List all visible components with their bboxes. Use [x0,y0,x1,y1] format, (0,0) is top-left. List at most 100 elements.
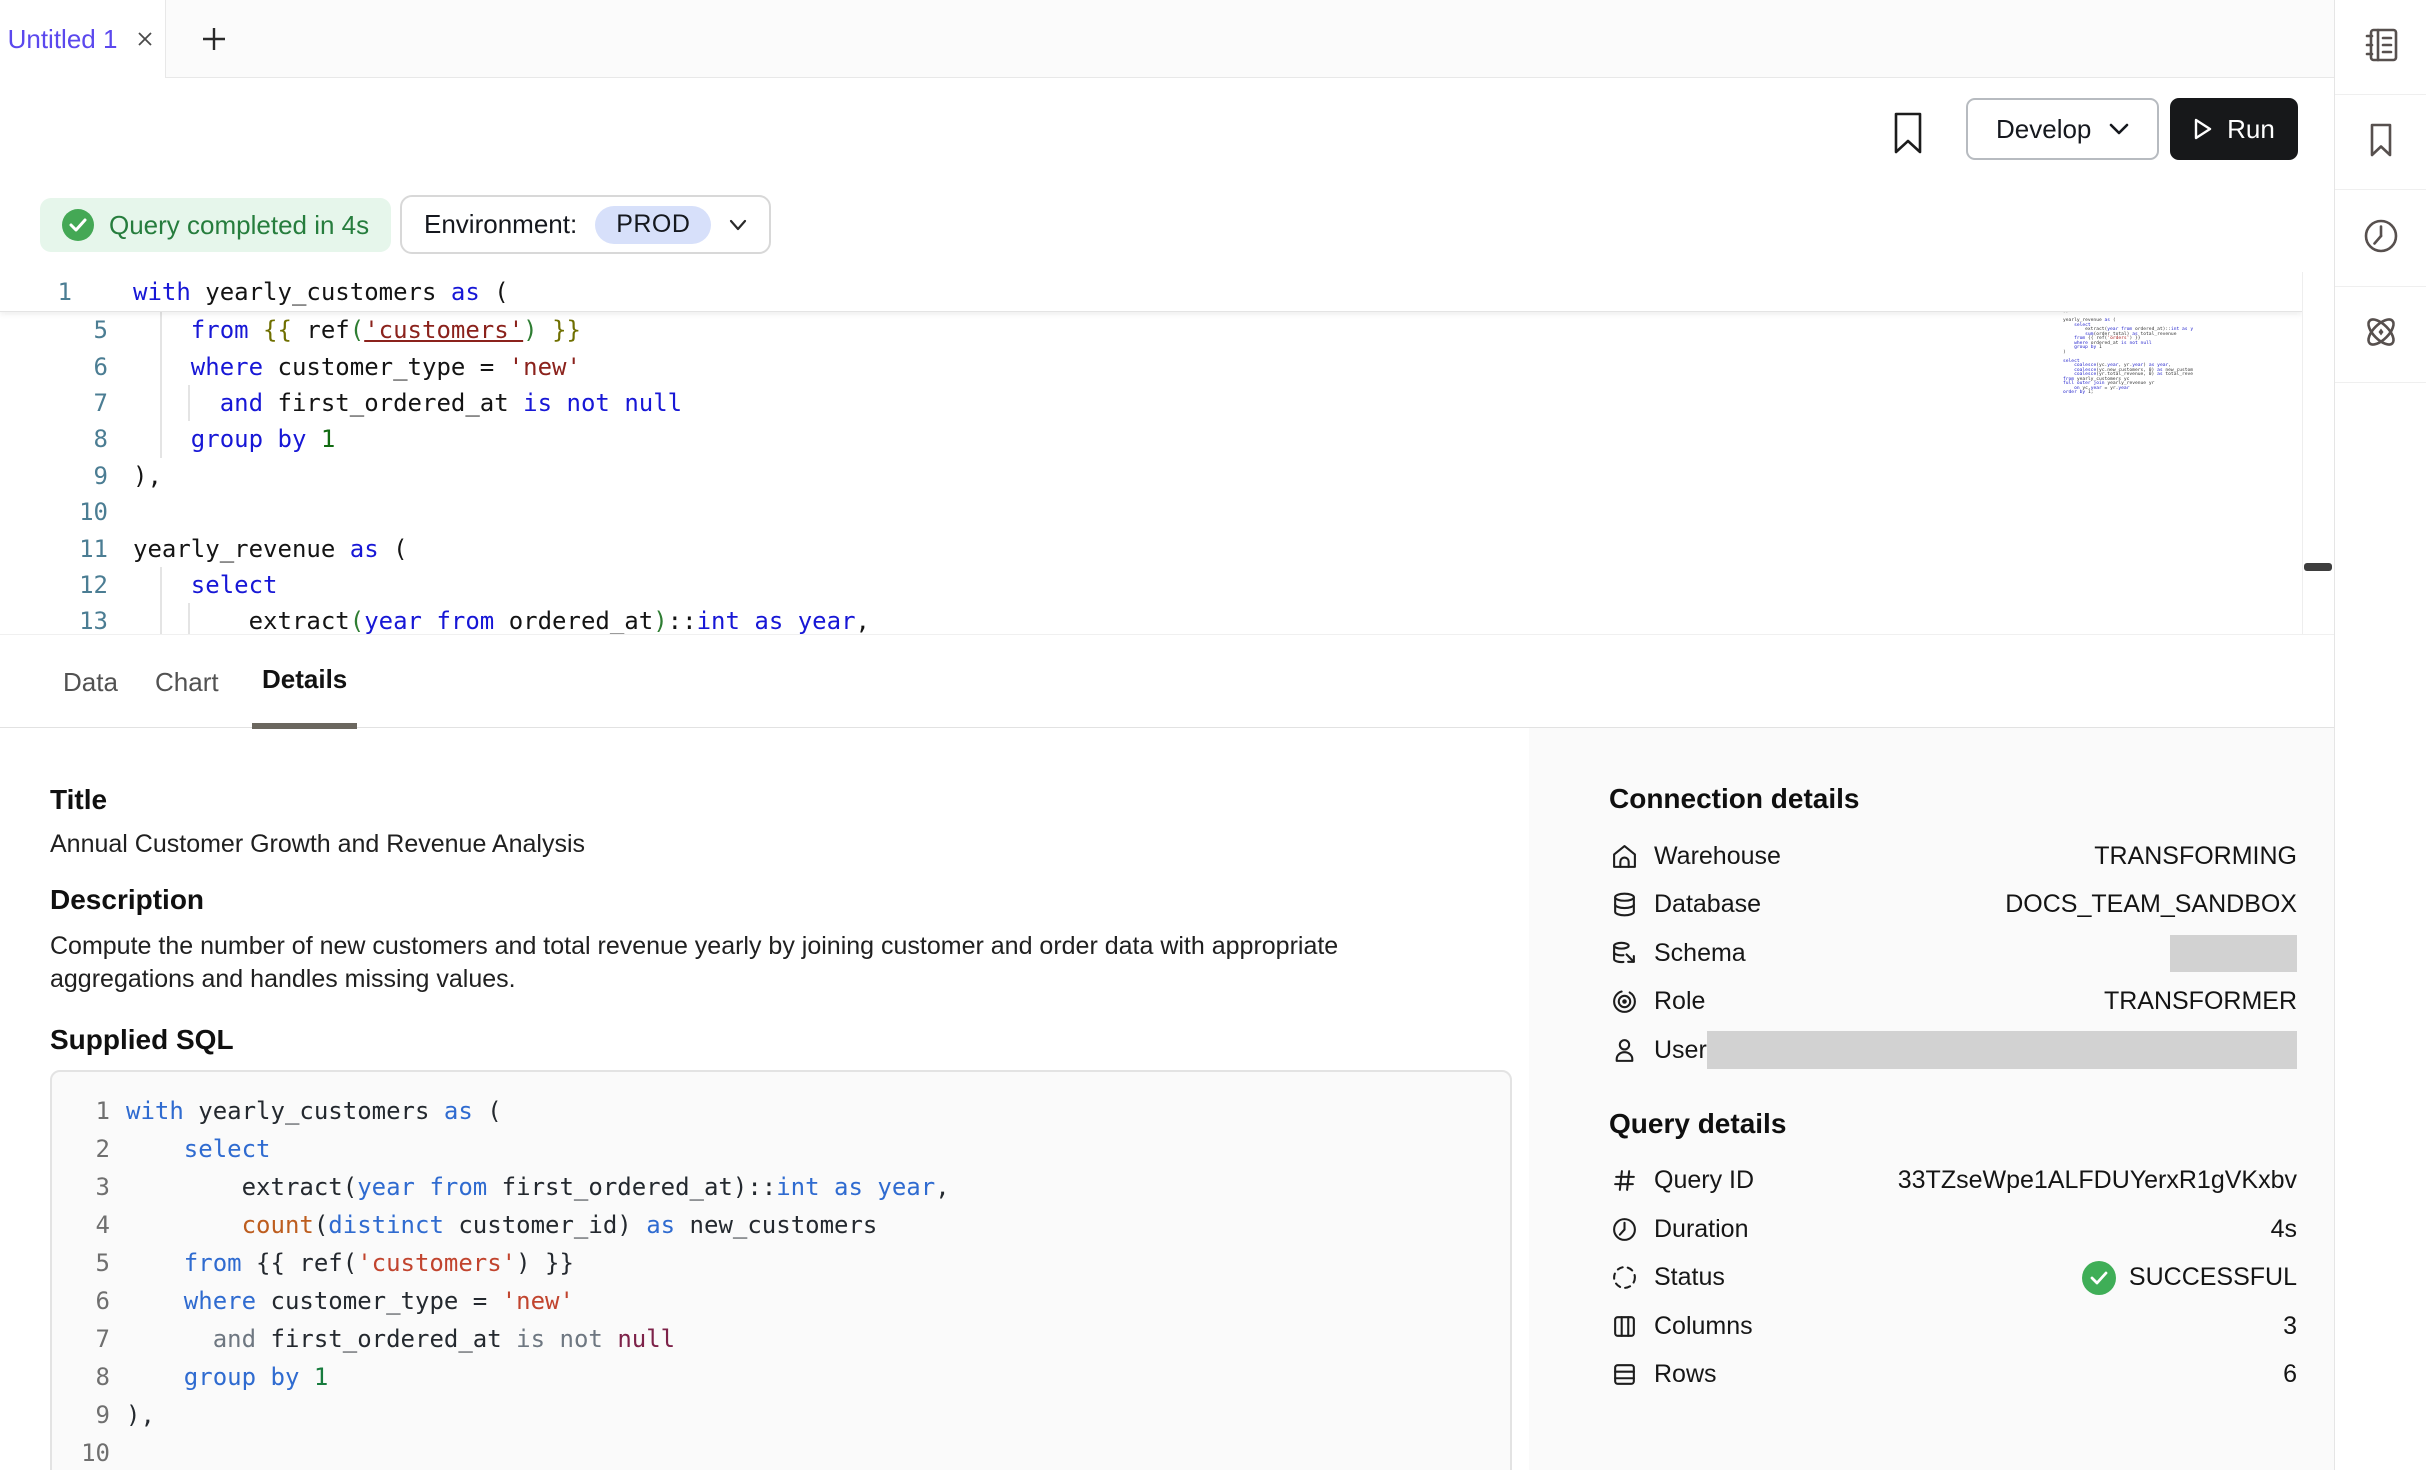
tab-untitled-1[interactable]: Untitled 1 [0,0,166,78]
dbt-knot-icon [2358,309,2404,360]
bookmark-button[interactable] [1886,108,1930,158]
new-tab-button[interactable] [186,0,242,78]
code-line-row: 13 extract(year from ordered_at)::int as… [0,603,2302,634]
columns-icon [1609,1311,1639,1341]
sidebar-button-clock[interactable] [2335,190,2426,287]
code-line: and first_ordered_at is not null [133,389,682,417]
notebook-icon [2359,23,2403,72]
line-number: 9 [52,1401,110,1429]
detail-value: 6 [2283,1360,2297,1389]
indent-guide [160,567,162,634]
detail-value: 4s [2271,1215,2297,1244]
details-side-panel: Connection details WarehouseTRANSFORMING… [1529,728,2334,1470]
detail-row-warehouse: WarehouseTRANSFORMING [1609,832,2297,881]
sql-line: group by 1 [126,1363,328,1391]
warehouse-icon [1609,841,1639,871]
line-number: 1 [52,1097,110,1125]
code-line-row: 7 and first_ordered_at is not null [0,385,2302,421]
play-icon [2193,118,2213,140]
sql-line: extract(year from first_ordered_at)::int… [126,1173,950,1201]
result-tab-bar: DataChart Details [0,634,2334,728]
detail-label: Schema [1654,939,1746,968]
code-line: with yearly_customers as ( [133,278,509,306]
detail-value: TRANSFORMER [2104,987,2297,1016]
right-icon-sidebar [2334,0,2426,1470]
sidebar-button-notebook[interactable] [2335,0,2426,95]
code-line-row: 11yearly_revenue as ( [0,530,2302,566]
sql-line: ), [126,1401,155,1429]
description-heading: Description [50,884,204,916]
line-number: 4 [52,1211,110,1239]
success-check-icon [2082,1261,2116,1295]
scrollbar-grip[interactable] [2304,563,2332,571]
user-icon [1609,1035,1639,1065]
indent-guide [188,385,190,421]
sql-editor[interactable]: 1with yearly_customers as ( 5 from {{ re… [0,272,2302,634]
query-status-pill: Query completed in 4s [40,198,391,252]
detail-value: TRANSFORMING [2094,842,2297,871]
editor-scrollbar[interactable] [2302,272,2333,634]
plus-icon [199,24,229,54]
bookmark-icon [2359,118,2403,167]
clock-icon [1609,1214,1639,1244]
sql-line: with yearly_customers as ( [126,1097,502,1125]
detail-value: 33TZseWpe1ALFDUYerxR1gVKxbv [1898,1166,2297,1195]
detail-label: Database [1654,890,1761,919]
detail-row-columns: Columns3 [1609,1302,2297,1351]
supplied-sql-heading: Supplied SQL [50,1024,234,1056]
code-line-row: 8 group by 1 [0,421,2302,457]
run-button[interactable]: Run [2170,98,2298,160]
check-circle-icon [62,209,94,241]
close-tab-icon[interactable] [133,27,157,51]
code-line: ), [133,462,162,490]
redacted-value [1707,1031,2297,1069]
line-number: 6 [0,353,108,381]
detail-label: Role [1654,987,1705,1016]
line-number: 2 [52,1135,110,1163]
detail-label: Query ID [1654,1166,1754,1195]
environment-selector[interactable]: Environment: PROD [400,195,771,254]
clock-icon [2359,214,2403,263]
code-line: extract(year from ordered_at)::int as ye… [133,607,870,634]
detail-row-status: StatusSUCCESSFUL [1609,1254,2297,1303]
code-line-row: 10 [0,494,2302,530]
detail-row-database: Database DOCS_TEAM_SANDBOX [1609,881,2297,930]
develop-label: Develop [1996,114,2091,145]
detail-value: 3 [2283,1312,2297,1341]
hash-icon [1609,1166,1639,1196]
chevron-down-icon [2109,122,2129,136]
sql-line: select [126,1135,271,1163]
line-number: 6 [52,1287,110,1315]
tab-chart[interactable]: Chart [145,635,229,729]
description-text: Compute the number of new customers and … [50,930,1420,996]
sidebar-button-dbt-knot[interactable] [2335,287,2426,383]
tab-data[interactable]: Data [53,635,128,729]
detail-value: DOCS_TEAM_SANDBOX [2005,890,2297,919]
develop-dropdown[interactable]: Develop [1966,98,2159,160]
sql-line-row: 2 select [52,1130,1510,1168]
spinner-icon [1609,1263,1639,1293]
line-number: 3 [52,1173,110,1201]
line-number: 11 [0,535,108,563]
chevron-down-icon [729,219,747,231]
indent-guide [160,312,162,458]
code-line: from {{ ref('customers') }} [133,316,581,344]
line-number: 8 [0,425,108,453]
code-line-row: 5 from {{ ref('customers') }} [0,312,2302,348]
sql-line-row: 4 count(distinct customer_id) as new_cus… [52,1206,1510,1244]
line-number: 12 [0,571,108,599]
sql-line-row: 7 and first_ordered_at is not null [52,1320,1510,1358]
query-details-heading: Query details [1609,1107,2297,1141]
schema-icon [1609,938,1639,968]
tab-details[interactable]: Details [252,635,357,729]
code-line-row: 12 select [0,567,2302,603]
detail-row-duration: Duration4s [1609,1205,2297,1254]
bookmark-icon [1890,111,1926,155]
sidebar-button-bookmark[interactable] [2335,95,2426,190]
rows-icon [1609,1360,1639,1390]
line-number: 7 [52,1325,110,1353]
sql-line-row: 6 where customer_type = 'new' [52,1282,1510,1320]
sql-line: and first_ordered_at is not null [126,1325,675,1353]
detail-row-rows: Rows6 [1609,1351,2297,1400]
sql-line: from {{ ref('customers') }} [126,1249,574,1277]
